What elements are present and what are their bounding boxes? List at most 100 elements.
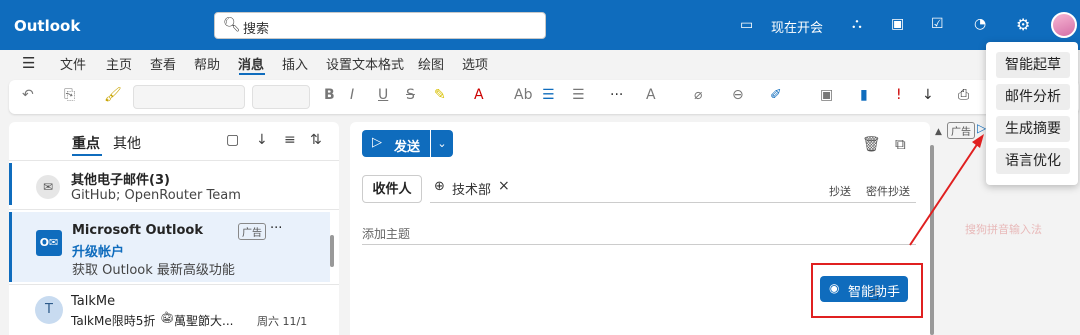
- remove-recipient-icon[interactable]: ×: [498, 178, 510, 194]
- font-size-select[interactable]: [252, 85, 310, 109]
- send-button[interactable]: ▷ 发送: [362, 130, 430, 157]
- bell-icon[interactable]: ◔: [974, 16, 986, 32]
- message-preview: GitHub; OpenRouter Team: [71, 188, 241, 203]
- menu-item-smart-draft[interactable]: 智能起草: [996, 52, 1070, 78]
- tab-insert[interactable]: 插入: [282, 54, 308, 73]
- envelope-icon: ✉: [36, 175, 60, 199]
- highlight-icon[interactable]: ✎: [434, 87, 446, 103]
- divider: [9, 284, 339, 285]
- format-painter-icon[interactable]: 🖌︎: [104, 87, 122, 103]
- signature-icon[interactable]: ✐: [770, 87, 782, 103]
- avatar[interactable]: [1051, 12, 1077, 38]
- tab-format-text[interactable]: 设置文本格式: [326, 54, 404, 73]
- divider: [430, 202, 916, 203]
- gear-icon[interactable]: ⚙: [1016, 15, 1030, 34]
- divider: [9, 209, 339, 210]
- strikethrough-icon[interactable]: S: [406, 87, 415, 103]
- bold-icon[interactable]: B: [324, 87, 335, 103]
- trash-icon[interactable]: 🗑︎: [862, 135, 881, 153]
- tab-view[interactable]: 查看: [150, 54, 176, 73]
- tab-help[interactable]: 帮助: [194, 54, 220, 73]
- search-placeholder: 搜索: [243, 22, 270, 37]
- ad-info-icon[interactable]: ▷: [977, 121, 986, 135]
- message-headline[interactable]: 升级帐户: [72, 241, 124, 260]
- send-icon: ▷: [372, 135, 382, 150]
- office-icon[interactable]: ▣: [891, 16, 904, 32]
- recipient-name: 技术部: [452, 183, 492, 198]
- divider: [9, 160, 339, 161]
- group-icon: ⊕: [434, 179, 445, 194]
- more-icon[interactable]: ···: [610, 87, 623, 103]
- ad-badge: 广告: [947, 122, 975, 139]
- menu-item-mail-analysis[interactable]: 邮件分析: [996, 84, 1070, 110]
- send-options-dropdown[interactable]: ⌄: [431, 130, 453, 157]
- hamburger-icon[interactable]: ☰: [22, 54, 35, 72]
- clear-format-icon[interactable]: A: [646, 87, 656, 103]
- assistant-icon: ◉: [829, 281, 840, 295]
- font-color-icon[interactable]: A: [474, 87, 484, 103]
- hand-cursor-icon: ☝: [868, 284, 879, 305]
- filter-icon[interactable]: ≡: [284, 132, 296, 148]
- scrollbar[interactable]: [330, 235, 334, 267]
- more-options-icon[interactable]: ···: [270, 221, 282, 236]
- tab-draw[interactable]: 绘图: [418, 54, 444, 73]
- message-preview: 获取 Outlook 最新高级功能: [72, 263, 235, 278]
- font-family-select[interactable]: [133, 85, 245, 109]
- ime-label: 搜狗拼音输入法: [965, 223, 1042, 236]
- video-camera-icon[interactable]: ▭: [740, 17, 753, 33]
- tab-options[interactable]: 选项: [462, 54, 488, 73]
- message-subject-tail: 萬聖節大...: [174, 314, 234, 328]
- menu-item-generate-summary[interactable]: 生成摘要: [996, 116, 1070, 142]
- message-sender[interactable]: 其他电子邮件(3): [71, 169, 170, 188]
- bullets-icon[interactable]: ☰: [542, 87, 555, 103]
- outlook-icon: O✉: [36, 230, 62, 256]
- sort-icon[interactable]: ⇅: [310, 132, 322, 148]
- message-sender[interactable]: TalkMe: [71, 294, 115, 309]
- teams-icon[interactable]: ⛬: [852, 16, 862, 32]
- search-box[interactable]: 🔍︎ 搜索: [214, 12, 546, 39]
- tab-message[interactable]: 消息: [238, 54, 264, 73]
- dictate-icon[interactable]: ▮: [860, 87, 868, 103]
- to-button[interactable]: 收件人: [362, 175, 422, 203]
- search-icon: 🔍︎: [223, 17, 241, 33]
- tab-other[interactable]: 其他: [113, 133, 141, 153]
- ad-badge: 广告: [238, 223, 266, 240]
- styles-icon[interactable]: Ab: [514, 87, 532, 103]
- attach-icon[interactable]: ⌀: [694, 87, 702, 103]
- paste-icon[interactable]: ⎘: [64, 87, 75, 103]
- focused-tab-indicator: [72, 154, 102, 156]
- cc-link[interactable]: 抄送: [829, 183, 851, 199]
- apps-icon[interactable]: ▣: [820, 87, 833, 103]
- tab-focused[interactable]: 重点: [72, 133, 100, 153]
- tab-file[interactable]: 文件: [60, 54, 86, 73]
- message-subject: TalkMe限時5折: [71, 314, 156, 328]
- meet-now-button[interactable]: 现在开会: [771, 17, 823, 36]
- jump-icon[interactable]: ↓: [256, 132, 268, 148]
- tab-home[interactable]: 主页: [106, 54, 132, 73]
- popout-icon[interactable]: ⧉: [895, 135, 906, 153]
- active-tab-indicator: [239, 73, 265, 75]
- bcc-link[interactable]: 密件抄送: [866, 183, 910, 199]
- italic-icon[interactable]: I: [350, 87, 354, 103]
- smart-assistant-button[interactable]: ◉ 智能助手: [820, 276, 908, 302]
- scroll-up-icon[interactable]: ▲: [935, 127, 942, 137]
- scrollbar[interactable]: [930, 145, 934, 335]
- undo-icon[interactable]: ↶: [22, 87, 34, 103]
- print-icon[interactable]: ⎙: [958, 87, 969, 103]
- message-sender[interactable]: Microsoft Outlook: [72, 223, 203, 238]
- todo-icon[interactable]: ☑: [931, 16, 944, 32]
- underline-icon[interactable]: U: [378, 87, 388, 103]
- send-label: 发送: [394, 140, 421, 155]
- importance-high-icon[interactable]: !: [896, 87, 902, 103]
- message-date: 周六 11/1: [257, 315, 308, 328]
- importance-low-icon[interactable]: ↓: [922, 87, 934, 103]
- link-icon[interactable]: ⊖: [732, 87, 744, 103]
- menu-item-language-polish[interactable]: 语言优化: [996, 148, 1070, 174]
- row-indicator: [9, 163, 12, 205]
- select-icon[interactable]: ▢: [226, 132, 239, 148]
- divider: [362, 244, 916, 245]
- app-title[interactable]: Outlook: [14, 17, 80, 35]
- pumpkin-icon: 🎃︎: [160, 311, 174, 324]
- subject-input[interactable]: 添加主题: [362, 225, 410, 242]
- numbering-icon[interactable]: ☰: [572, 87, 585, 103]
